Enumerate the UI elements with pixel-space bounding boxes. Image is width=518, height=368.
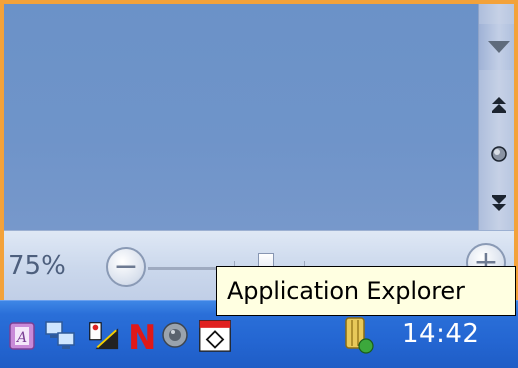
previous-page-icon[interactable] (479, 88, 514, 122)
network-icon[interactable] (44, 317, 78, 353)
speaker-icon[interactable] (158, 317, 192, 353)
svg-text:N: N (128, 318, 156, 352)
norton-icon[interactable]: N (124, 317, 158, 353)
document-area[interactable] (4, 4, 478, 230)
security-shield-icon[interactable] (342, 317, 376, 354)
zoom-level[interactable]: 75% (8, 251, 66, 281)
clock[interactable]: 14:42 (402, 319, 479, 349)
next-page-icon[interactable] (479, 186, 514, 220)
tooltip-text: Application Explorer (227, 277, 465, 305)
calendar-icon[interactable] (198, 317, 232, 353)
vertical-scrollbar[interactable] (478, 4, 514, 230)
svg-text:A: A (15, 330, 27, 346)
zoom-out-button[interactable]: − (106, 247, 146, 287)
minus-icon: − (113, 249, 139, 284)
paint-icon[interactable] (86, 317, 120, 353)
select-browse-object-icon[interactable] (479, 137, 514, 171)
onenote-icon[interactable]: A (6, 317, 40, 353)
tooltip: Application Explorer (216, 266, 516, 316)
scroll-up-icon[interactable] (479, 24, 514, 70)
